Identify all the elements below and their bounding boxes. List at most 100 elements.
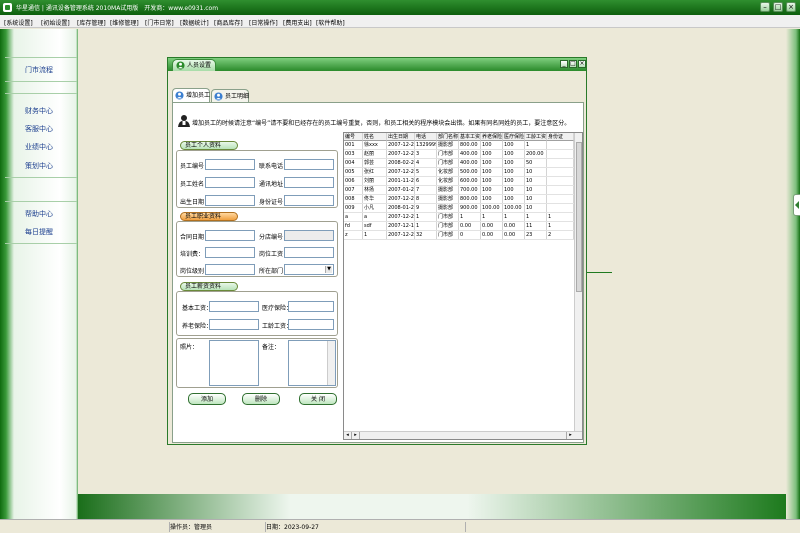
status-operator: 操作员：管理员 xyxy=(170,522,266,532)
scroll-left-icon[interactable]: ◂ xyxy=(344,432,352,439)
grid-column-header[interactable]: 身份证 xyxy=(547,133,574,141)
table-cell: 1 xyxy=(481,213,503,221)
nav-customer[interactable]: 客服中心 xyxy=(6,124,72,134)
notice-text: 增加员工的时候请注意“编号”请不要和已经存在的员工编号重复，否则，和员工相关的程… xyxy=(192,120,571,127)
emp-name-input[interactable] xyxy=(205,177,255,188)
menu-help[interactable]: [软件帮助] xyxy=(316,18,345,27)
department-select[interactable]: ▼ xyxy=(284,264,334,275)
table-row[interactable]: 005 张红 2007-12-23 5 化妆部 500.00 100 100 10 xyxy=(344,168,574,177)
dialog-maximize-button[interactable]: □ xyxy=(569,60,577,68)
birthdate-input[interactable] xyxy=(205,195,255,206)
nav-store-process[interactable]: 门市流程 xyxy=(6,65,72,75)
grid-column-header[interactable]: 出生日期 xyxy=(387,133,415,141)
training-fee-input[interactable] xyxy=(205,247,255,258)
table-cell: 1 xyxy=(525,213,547,221)
dialog-titlebar: 人员设置 _ □ × xyxy=(168,58,586,71)
contact-phone-input[interactable] xyxy=(284,159,334,170)
table-cell: 800.00 xyxy=(459,141,481,149)
menu-expenses[interactable]: [费用支出] xyxy=(283,18,312,27)
emp-no-input[interactable] xyxy=(205,159,255,170)
id-card-input[interactable] xyxy=(284,195,334,206)
scroll-thumb[interactable] xyxy=(576,142,582,292)
table-row[interactable]: 008 佟华 2007-12-21 8 摄影部 800.00 100 100 10 xyxy=(344,195,574,204)
medical-insurance-input[interactable] xyxy=(288,301,334,312)
menu-product-stock[interactable]: [商品库存] xyxy=(214,18,243,27)
bottom-band xyxy=(78,494,786,519)
dialog-close-button[interactable]: × xyxy=(578,60,586,68)
grid-column-header[interactable]: 基本工资 xyxy=(459,133,481,141)
dialog-minimize-button[interactable]: _ xyxy=(560,60,568,68)
right-edge-panel xyxy=(786,29,800,519)
seniority-salary-input[interactable] xyxy=(288,319,334,330)
maximize-button[interactable]: □ xyxy=(773,2,783,12)
base-salary-input[interactable] xyxy=(209,301,259,312)
nav-divider xyxy=(5,243,77,244)
label-pension: 养老保险： xyxy=(182,323,213,330)
employee-silhouette-icon xyxy=(178,115,190,127)
menu-daily-ops[interactable]: [日常操作] xyxy=(249,18,278,27)
nav-daily-reminder[interactable]: 每日提醒 xyxy=(6,227,72,237)
tab-add-employee[interactable]: 增加员工 xyxy=(172,88,210,103)
grid-vertical-scrollbar[interactable] xyxy=(574,133,582,431)
grid-column-header[interactable]: 电话 xyxy=(415,133,437,141)
grid-column-header[interactable]: 部门名称 xyxy=(437,133,459,141)
menu-system-settings[interactable]: [系统设置] xyxy=(4,18,33,27)
table-cell: 100 xyxy=(481,186,503,194)
contract-date-input[interactable] xyxy=(205,230,255,241)
nav-performance[interactable]: 业绩中心 xyxy=(6,142,72,152)
table-row[interactable]: z 1 2007-12-22 32 门市部 0 0.00 0.00 23 2 xyxy=(344,231,574,240)
menu-statistics[interactable]: [数据统计] xyxy=(180,18,209,27)
grid-column-header[interactable]: 医疗保险 xyxy=(503,133,525,141)
table-row[interactable]: fd sdf 2007-12-12 1 门市部 0.00 0.00 0.00 11 1 xyxy=(344,222,574,231)
nav-help-center[interactable]: 帮助中心 xyxy=(6,209,72,219)
close-button[interactable]: 关 闭 xyxy=(299,393,337,405)
address-input[interactable] xyxy=(284,177,334,188)
table-row[interactable]: 001徐xxx2007-12-2113299999摄影部800.00100100… xyxy=(344,141,574,150)
pension-input[interactable] xyxy=(209,319,259,330)
delete-button[interactable]: 删除 xyxy=(242,393,280,405)
grid-column-header[interactable]: 养老保险 xyxy=(481,133,503,141)
position-level-input[interactable] xyxy=(205,264,255,275)
person-icon xyxy=(176,61,185,70)
nav-planning[interactable]: 策划中心 xyxy=(6,161,72,171)
table-cell: 门市部 xyxy=(437,150,459,158)
menu-repair[interactable]: [维修管理] xyxy=(110,18,139,27)
table-row[interactable]: 007 林扬 2007-01-26 7 摄影部 700.00 100 100 10 xyxy=(344,186,574,195)
minimize-button[interactable]: – xyxy=(760,2,770,12)
position-salary-input[interactable] xyxy=(284,247,334,258)
nav-finance[interactable]: 财务中心 xyxy=(6,106,72,116)
label-photo: 照片： xyxy=(180,344,199,351)
table-cell xyxy=(547,141,574,149)
table-row[interactable]: 009 小凡 2008-01-22 9 摄影部 900.00 100.00 100.00 10 xyxy=(344,204,574,213)
menu-initial-settings[interactable]: [初始设置] xyxy=(41,18,70,27)
menu-store-daily[interactable]: [门市日常] xyxy=(145,18,174,27)
close-window-button[interactable]: × xyxy=(786,2,796,12)
table-row[interactable]: a a 2007-12-21 1 门市部 1 1 1 1 1 xyxy=(344,213,574,222)
tab-employee-details[interactable]: 员工明细 xyxy=(211,89,249,103)
table-row[interactable]: 004 郭芸 2008-02-23 4 门市部 400.00 100 100 50 xyxy=(344,159,574,168)
panel-collapse-button[interactable] xyxy=(793,194,800,216)
table-row[interactable]: 003 赵丽 2007-12-21 3 门市部 400.00 100 100 200.00 xyxy=(344,150,574,159)
table-row[interactable]: 006 刘丽 2001-11-21 6 化妆部 600.00 100 100 10 xyxy=(344,177,574,186)
grid-column-header[interactable]: 工龄工资 xyxy=(525,133,547,141)
add-button[interactable]: 添加 xyxy=(188,393,226,405)
remark-scrollbar[interactable] xyxy=(327,341,335,385)
table-cell: 100 xyxy=(503,195,525,203)
scroll-end-icon[interactable]: ▸ xyxy=(566,432,574,439)
grid-horizontal-scrollbar[interactable]: ◂ ▸ ▸ xyxy=(344,431,582,439)
table-cell: 100 xyxy=(503,141,525,149)
table-cell: 100 xyxy=(503,186,525,194)
table-cell: 3 xyxy=(415,150,437,158)
table-cell: 700.00 xyxy=(459,186,481,194)
scroll-right-icon[interactable]: ▸ xyxy=(352,432,360,439)
grid-column-header[interactable]: 姓名 xyxy=(363,133,387,141)
table-cell: 100 xyxy=(481,150,503,158)
photo-box[interactable] xyxy=(209,340,259,386)
grid-column-header[interactable]: 编号 xyxy=(344,133,363,141)
table-cell: 100 xyxy=(503,150,525,158)
remark-textarea[interactable] xyxy=(288,340,336,386)
store-no-input[interactable] xyxy=(284,230,334,241)
table-cell: 100 xyxy=(481,177,503,185)
menu-inventory[interactable]: [库存管理] xyxy=(77,18,106,27)
table-cell: 100.00 xyxy=(503,204,525,212)
